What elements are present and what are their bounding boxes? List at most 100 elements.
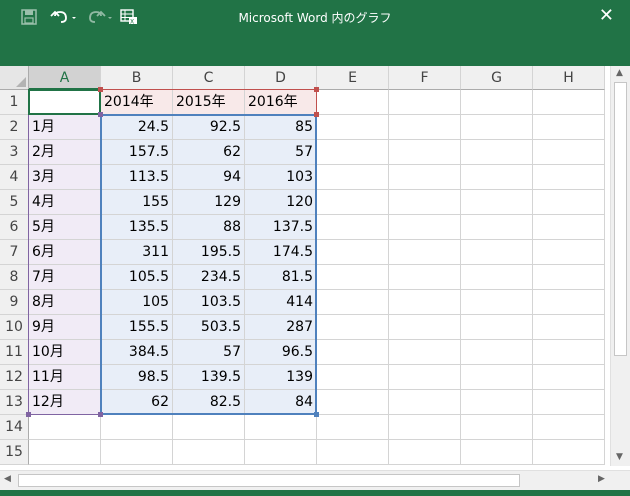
cell-h15[interactable]: [533, 440, 605, 465]
cell-c1[interactable]: 2015年: [173, 90, 245, 115]
cell-h4[interactable]: [533, 165, 605, 190]
cell-b1[interactable]: 2014年: [101, 90, 173, 115]
scroll-left-icon[interactable]: ◀: [4, 474, 11, 484]
cell-d15[interactable]: [245, 440, 317, 465]
cell-h9[interactable]: [533, 290, 605, 315]
cell-b11[interactable]: 384.5: [101, 340, 173, 365]
cell-a13[interactable]: 12月: [29, 390, 101, 415]
cell-d4[interactable]: 103: [245, 165, 317, 190]
cell-e12[interactable]: [317, 365, 389, 390]
series-resize-handle-bottom[interactable]: [314, 112, 319, 117]
cell-f1[interactable]: [389, 90, 461, 115]
cell-a8[interactable]: 7月: [29, 265, 101, 290]
cell-c14[interactable]: [173, 415, 245, 440]
cell-a6[interactable]: 5月: [29, 215, 101, 240]
cell-g9[interactable]: [461, 290, 533, 315]
row-header-15[interactable]: 15: [0, 440, 29, 465]
cell-f6[interactable]: [389, 215, 461, 240]
column-header-a[interactable]: A: [29, 66, 101, 90]
cell-h8[interactable]: [533, 265, 605, 290]
cell-a15[interactable]: [29, 440, 101, 465]
cell-e10[interactable]: [317, 315, 389, 340]
category-resize-handle-top[interactable]: [98, 112, 103, 117]
cell-g7[interactable]: [461, 240, 533, 265]
cell-b7[interactable]: 311: [101, 240, 173, 265]
cell-f5[interactable]: [389, 190, 461, 215]
cell-a5[interactable]: 4月: [29, 190, 101, 215]
row-header-7[interactable]: 7: [0, 240, 29, 265]
cell-g1[interactable]: [461, 90, 533, 115]
row-header-11[interactable]: 11: [0, 340, 29, 365]
cell-d9[interactable]: 414: [245, 290, 317, 315]
cell-f14[interactable]: [389, 415, 461, 440]
cell-g14[interactable]: [461, 415, 533, 440]
cell-h10[interactable]: [533, 315, 605, 340]
cell-h12[interactable]: [533, 365, 605, 390]
cell-h2[interactable]: [533, 115, 605, 140]
horizontal-scroll-thumb[interactable]: [18, 474, 520, 487]
cell-h13[interactable]: [533, 390, 605, 415]
cell-e1[interactable]: [317, 90, 389, 115]
cell-f9[interactable]: [389, 290, 461, 315]
cell-d5[interactable]: 120: [245, 190, 317, 215]
cell-e2[interactable]: [317, 115, 389, 140]
cell-b2[interactable]: 24.5: [101, 115, 173, 140]
cell-f10[interactable]: [389, 315, 461, 340]
cell-h5[interactable]: [533, 190, 605, 215]
cell-d13[interactable]: 84: [245, 390, 317, 415]
cell-b14[interactable]: [101, 415, 173, 440]
cell-f3[interactable]: [389, 140, 461, 165]
cell-c6[interactable]: 88: [173, 215, 245, 240]
cell-a2[interactable]: 1月: [29, 115, 101, 140]
row-header-3[interactable]: 3: [0, 140, 29, 165]
cell-d3[interactable]: 57: [245, 140, 317, 165]
cell-d11[interactable]: 96.5: [245, 340, 317, 365]
cell-g13[interactable]: [461, 390, 533, 415]
cell-e4[interactable]: [317, 165, 389, 190]
cell-d7[interactable]: 174.5: [245, 240, 317, 265]
cell-c4[interactable]: 94: [173, 165, 245, 190]
cell-f8[interactable]: [389, 265, 461, 290]
cell-c11[interactable]: 57: [173, 340, 245, 365]
cell-e7[interactable]: [317, 240, 389, 265]
cell-g8[interactable]: [461, 265, 533, 290]
cell-b15[interactable]: [101, 440, 173, 465]
cell-h7[interactable]: [533, 240, 605, 265]
cell-d6[interactable]: 137.5: [245, 215, 317, 240]
cell-h6[interactable]: [533, 215, 605, 240]
cell-d14[interactable]: [245, 415, 317, 440]
cell-a1[interactable]: [29, 90, 101, 115]
cell-c7[interactable]: 195.5: [173, 240, 245, 265]
cell-e13[interactable]: [317, 390, 389, 415]
cell-d2[interactable]: 85: [245, 115, 317, 140]
row-header-2[interactable]: 2: [0, 115, 29, 140]
cell-h14[interactable]: [533, 415, 605, 440]
values-resize-handle[interactable]: [314, 412, 319, 417]
column-header-d[interactable]: D: [245, 66, 317, 90]
row-header-12[interactable]: 12: [0, 365, 29, 390]
cell-g11[interactable]: [461, 340, 533, 365]
cell-a10[interactable]: 9月: [29, 315, 101, 340]
row-header-1[interactable]: 1: [0, 90, 29, 115]
cell-g5[interactable]: [461, 190, 533, 215]
row-header-8[interactable]: 8: [0, 265, 29, 290]
cell-h3[interactable]: [533, 140, 605, 165]
select-all-corner[interactable]: [0, 66, 29, 90]
cell-a7[interactable]: 6月: [29, 240, 101, 265]
cell-b13[interactable]: 62: [101, 390, 173, 415]
cell-f7[interactable]: [389, 240, 461, 265]
cell-d12[interactable]: 139: [245, 365, 317, 390]
cell-c2[interactable]: 92.5: [173, 115, 245, 140]
cell-c12[interactable]: 139.5: [173, 365, 245, 390]
cell-a12[interactable]: 11月: [29, 365, 101, 390]
cell-g2[interactable]: [461, 115, 533, 140]
cell-b9[interactable]: 105: [101, 290, 173, 315]
scroll-up-icon[interactable]: ▲: [616, 68, 623, 78]
cell-e15[interactable]: [317, 440, 389, 465]
horizontal-scrollbar[interactable]: ◀ ▶: [0, 470, 630, 490]
cell-a11[interactable]: 10月: [29, 340, 101, 365]
cell-e8[interactable]: [317, 265, 389, 290]
cell-c10[interactable]: 503.5: [173, 315, 245, 340]
vertical-scroll-thumb[interactable]: [614, 82, 627, 356]
cell-c9[interactable]: 103.5: [173, 290, 245, 315]
